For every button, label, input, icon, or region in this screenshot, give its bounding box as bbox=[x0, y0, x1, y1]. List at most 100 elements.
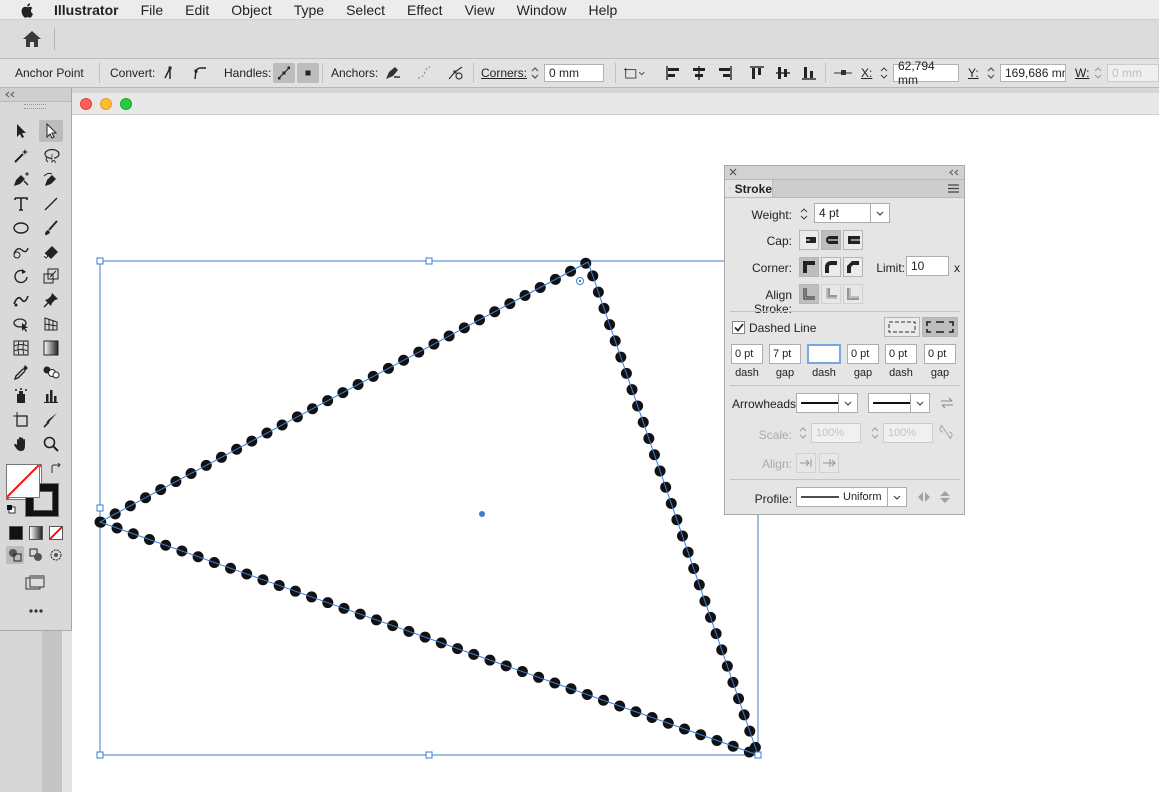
curvature-icon bbox=[43, 172, 56, 186]
bbox-handle[interactable] bbox=[96, 751, 104, 759]
draw-behind-button[interactable] bbox=[27, 546, 45, 564]
draw-normal-button[interactable] bbox=[6, 546, 24, 564]
bbox-handle[interactable] bbox=[754, 751, 762, 759]
align-dashes-to-corners-button[interactable] bbox=[922, 317, 958, 337]
gradient-mode-button[interactable] bbox=[29, 526, 43, 540]
dash-1-input[interactable]: 0 pt bbox=[731, 344, 763, 364]
dotted-triangle-path[interactable] bbox=[86, 254, 767, 764]
unlink-icon[interactable] bbox=[939, 424, 953, 440]
pen-icon bbox=[14, 172, 29, 186]
start-scale-input[interactable]: 100% bbox=[811, 423, 861, 443]
puppet-warp-tool[interactable] bbox=[9, 289, 33, 311]
bbox-handle[interactable] bbox=[425, 751, 433, 759]
preserve-dash-lengths-button[interactable] bbox=[884, 317, 920, 337]
symbol-sprayer-tool[interactable] bbox=[9, 385, 33, 407]
draw-inside-button[interactable] bbox=[47, 546, 65, 564]
ellipse-tool[interactable] bbox=[9, 217, 33, 239]
mesh-tool[interactable] bbox=[9, 337, 33, 359]
hand-tool[interactable] bbox=[9, 433, 33, 455]
bevel-join-icon bbox=[847, 261, 859, 273]
bbox-handle[interactable] bbox=[96, 504, 104, 512]
pen-tool[interactable] bbox=[9, 169, 33, 191]
none-mode-button[interactable] bbox=[49, 526, 63, 540]
scale-tool[interactable] bbox=[39, 265, 63, 287]
miter-join-button[interactable] bbox=[799, 257, 819, 277]
tools-panel-header[interactable] bbox=[0, 88, 71, 102]
gap-3-input[interactable]: 0 pt bbox=[924, 344, 956, 364]
artboard-canvas[interactable] bbox=[0, 0, 1159, 792]
dash-2-input[interactable] bbox=[807, 344, 841, 364]
column-graph-tool[interactable] bbox=[39, 385, 63, 407]
edit-toolbar-button[interactable] bbox=[24, 600, 48, 622]
shaper-tool[interactable] bbox=[9, 241, 33, 263]
bevel-join-button[interactable] bbox=[843, 257, 863, 277]
eraser-tool[interactable] bbox=[39, 241, 63, 263]
projecting-cap-button[interactable] bbox=[843, 230, 863, 250]
align-stroke-inside-button[interactable] bbox=[821, 284, 841, 304]
type-tool[interactable] bbox=[9, 193, 33, 215]
start-scale-field[interactable]: 100% bbox=[799, 423, 861, 443]
flip-across-icon[interactable] bbox=[939, 490, 951, 504]
panel-menu-icon[interactable] bbox=[948, 184, 959, 193]
paintbrush-tool[interactable] bbox=[39, 217, 63, 239]
tab-stroke[interactable]: Stroke bbox=[725, 180, 773, 197]
gradient-tool[interactable] bbox=[39, 337, 63, 359]
bbox-handle[interactable] bbox=[96, 257, 104, 265]
close-icon[interactable] bbox=[729, 168, 737, 176]
flip-along-icon[interactable] bbox=[917, 491, 931, 503]
plain-line-icon bbox=[873, 402, 911, 404]
collapse-icon[interactable] bbox=[5, 91, 15, 98]
fill-swatch-front[interactable] bbox=[6, 464, 40, 498]
extend-arrow-beyond-path-button[interactable] bbox=[796, 453, 816, 473]
dashed-line-label: Dashed Line bbox=[749, 321, 817, 335]
default-colors-icon[interactable] bbox=[6, 504, 16, 514]
mesh-icon bbox=[13, 340, 29, 356]
round-join-button[interactable] bbox=[821, 257, 841, 277]
curvature-tool[interactable] bbox=[39, 169, 63, 191]
weight-stepper[interactable] bbox=[799, 204, 809, 224]
line-segment-tool[interactable] bbox=[39, 193, 63, 215]
projecting-cap-icon bbox=[848, 236, 860, 244]
dash-3-input[interactable]: 0 pt bbox=[885, 344, 917, 364]
rotate-tool[interactable] bbox=[9, 265, 33, 287]
eyedropper-tool[interactable] bbox=[9, 361, 33, 383]
end-scale-field[interactable]: 100% bbox=[871, 423, 933, 443]
slice-tool[interactable] bbox=[39, 409, 63, 431]
weight-input[interactable]: 4 pt bbox=[814, 203, 890, 223]
color-mode-button[interactable] bbox=[9, 526, 23, 540]
miter-limit-input[interactable]: 10 bbox=[906, 256, 949, 276]
align-outside-stroke-icon bbox=[847, 288, 859, 300]
gap-1-input[interactable]: 7 pt bbox=[769, 344, 801, 364]
perspective-grid-tool[interactable] bbox=[39, 313, 63, 335]
shape-builder-tool[interactable] bbox=[9, 313, 33, 335]
chevron-down-icon bbox=[887, 488, 906, 506]
collapse-icon[interactable] bbox=[949, 169, 959, 176]
weight-dropdown-button[interactable] bbox=[870, 204, 889, 222]
profile-select[interactable]: Uniform bbox=[796, 487, 907, 507]
butt-cap-button[interactable] bbox=[799, 230, 819, 250]
swap-arrowheads-icon[interactable] bbox=[940, 397, 954, 409]
round-cap-button[interactable] bbox=[821, 230, 841, 250]
dashed-line-checkbox[interactable] bbox=[732, 321, 745, 334]
align-stroke-outside-button[interactable] bbox=[843, 284, 863, 304]
lasso-tool[interactable] bbox=[39, 145, 63, 167]
change-screen-mode-button[interactable] bbox=[24, 572, 48, 594]
pin-tool[interactable] bbox=[39, 289, 63, 311]
blend-tool[interactable] bbox=[39, 361, 63, 383]
end-scale-input[interactable]: 100% bbox=[883, 423, 933, 443]
gap-2-input[interactable]: 0 pt bbox=[847, 344, 879, 364]
start-arrowhead-select[interactable] bbox=[796, 393, 858, 413]
magic-wand-tool[interactable] bbox=[9, 145, 33, 167]
grip-handle[interactable] bbox=[24, 104, 46, 109]
end-arrowhead-select[interactable] bbox=[868, 393, 930, 413]
zoom-tool[interactable] bbox=[39, 433, 63, 455]
stroke-panel-header[interactable] bbox=[725, 166, 964, 180]
place-arrow-at-end-button[interactable] bbox=[819, 453, 839, 473]
type-t-icon bbox=[14, 197, 28, 211]
swap-fill-stroke-icon[interactable] bbox=[50, 463, 62, 475]
direct-selection-tool[interactable] bbox=[39, 120, 63, 142]
selection-tool[interactable] bbox=[9, 120, 33, 142]
align-stroke-center-button[interactable] bbox=[799, 284, 819, 304]
artboard-tool[interactable] bbox=[9, 409, 33, 431]
bbox-handle[interactable] bbox=[425, 257, 433, 265]
